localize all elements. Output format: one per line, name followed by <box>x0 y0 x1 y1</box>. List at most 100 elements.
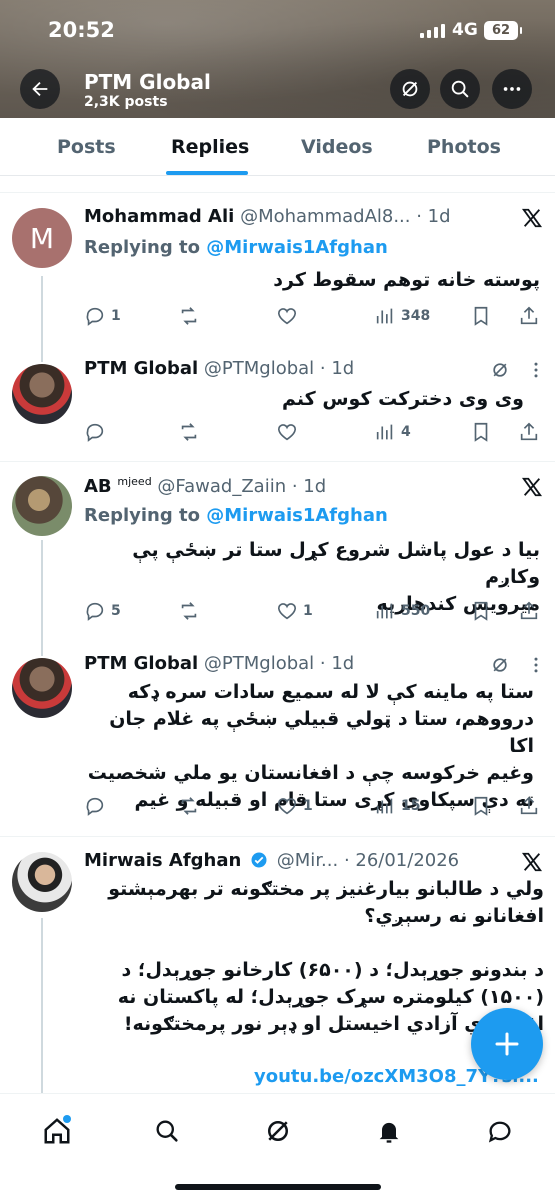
bookmark-icon <box>474 422 488 442</box>
author-name[interactable]: PTM Global <box>84 358 198 379</box>
bookmark-button[interactable] <box>470 795 492 817</box>
post-meta: AB mjeed @Fawad_Zaiin · 1d <box>84 475 484 501</box>
replying-to-label: Replying to <box>84 237 207 258</box>
share-button[interactable] <box>518 795 540 817</box>
search-icon <box>156 1120 178 1142</box>
tab-videos[interactable]: Videos <box>301 136 373 158</box>
post-text: پوسته خانه توهم سقوط کرد <box>273 269 540 291</box>
reply-icon <box>86 797 104 816</box>
active-tab-indicator <box>166 171 248 175</box>
nav-grok[interactable] <box>258 1111 298 1151</box>
search-button[interactable] <box>440 69 480 109</box>
replying-to-handle[interactable]: @Mirwais1Afghan <box>206 237 388 258</box>
repost-icon <box>181 307 197 325</box>
author-handle[interactable]: @Fawad_Zaiin · 1d <box>157 476 326 497</box>
author-handle[interactable]: @PTMglobal · 1d <box>204 358 354 379</box>
author-handle[interactable]: @PTMglobal · 1d <box>204 653 354 674</box>
repost-button[interactable] <box>178 795 205 817</box>
more-vertical-icon[interactable] <box>526 655 546 675</box>
like-button[interactable]: 1 <box>276 795 313 817</box>
bookmark-button[interactable] <box>470 600 492 622</box>
author-name[interactable]: AB <box>84 476 112 497</box>
profile-name: PTM Global <box>84 70 211 94</box>
nav-notifications[interactable] <box>369 1111 409 1151</box>
share-button[interactable] <box>518 421 540 443</box>
views-button[interactable]: 4 <box>374 421 411 443</box>
grok-icon[interactable] <box>490 655 510 675</box>
author-name[interactable]: PTM Global <box>84 653 198 674</box>
avatar[interactable] <box>12 852 72 912</box>
author-name[interactable]: Mirwais Afghan <box>84 850 241 871</box>
notifications-icon <box>379 1122 399 1143</box>
like-button[interactable]: 1 <box>276 600 313 622</box>
reply-button[interactable] <box>84 795 111 817</box>
views-button[interactable]: 15 <box>374 795 420 817</box>
grok-icon <box>402 81 418 97</box>
view-count: 550 <box>401 603 431 619</box>
avatar[interactable]: M <box>12 208 72 268</box>
avatar[interactable] <box>12 364 72 424</box>
grok-button[interactable] <box>390 69 430 109</box>
profile-header: 20:52 4G 62 PTM Global 2,3K posts <box>0 0 555 118</box>
avatar[interactable] <box>12 476 72 536</box>
tab-photos[interactable]: Photos <box>427 136 501 158</box>
home-indicator <box>175 1184 381 1190</box>
more-vertical-icon[interactable] <box>526 360 546 380</box>
heart-icon <box>277 603 297 620</box>
compose-button[interactable] <box>471 1008 543 1080</box>
repost-icon <box>181 797 197 815</box>
signal-icon <box>420 22 445 38</box>
repost-button[interactable] <box>178 600 205 622</box>
reply-button[interactable]: 1 <box>84 305 121 327</box>
bookmark-button[interactable] <box>470 421 492 443</box>
like-button[interactable] <box>276 305 303 327</box>
like-button[interactable] <box>276 421 303 443</box>
share-icon <box>520 422 538 441</box>
nav-messages[interactable] <box>480 1111 520 1151</box>
repost-button[interactable] <box>178 305 205 327</box>
post-meta: PTM Global @PTMglobal · 1d <box>84 358 484 384</box>
divider <box>0 836 555 837</box>
home-notification-dot <box>63 1115 71 1123</box>
share-button[interactable] <box>518 600 540 622</box>
views-button[interactable]: 348 <box>374 305 430 327</box>
post-meta: Mohammad Ali @MohammadAl8... · 1d <box>84 206 484 232</box>
share-icon <box>520 601 538 620</box>
reply-button[interactable] <box>84 421 111 443</box>
tab-posts[interactable]: Posts <box>57 136 116 158</box>
reply-count: 1 <box>111 308 121 324</box>
heart-icon <box>277 424 297 441</box>
x-logo-icon <box>521 477 543 497</box>
reply-count: 5 <box>111 603 121 619</box>
nav-home[interactable] <box>37 1111 77 1151</box>
thread-line <box>41 276 43 362</box>
reply-button[interactable]: 5 <box>84 600 121 622</box>
post-meta: PTM Global @PTMglobal · 1d <box>84 653 484 679</box>
more-button[interactable] <box>492 69 532 109</box>
bookmark-icon <box>474 796 488 816</box>
author-name[interactable]: Mohammad Ali <box>84 206 234 227</box>
nav-search[interactable] <box>147 1111 187 1151</box>
verified-badge-icon <box>251 852 267 868</box>
divider <box>0 192 555 193</box>
divider <box>0 461 555 462</box>
replying-to-handle[interactable]: @Mirwais1Afghan <box>206 505 388 526</box>
repost-button[interactable] <box>178 421 205 443</box>
avatar[interactable] <box>12 658 72 718</box>
post-text: ولي د طالبانو بیارغنیز پر مختګونه تر بهر… <box>108 878 544 1035</box>
posts-count: 2,3K posts <box>84 94 168 110</box>
back-button[interactable] <box>20 69 60 109</box>
like-count: 1 <box>303 603 313 619</box>
reply-icon <box>86 307 104 326</box>
author-handle[interactable]: @Mir... · 26/01/2026 <box>277 850 459 871</box>
tab-replies[interactable]: Replies <box>171 136 249 158</box>
x-logo-icon <box>521 208 543 228</box>
reply-icon <box>86 423 104 442</box>
post-text: ستا په ماینه کې لا له سمیع سادات سره ډکه… <box>87 681 534 811</box>
grok-icon[interactable] <box>490 360 510 380</box>
author-handle[interactable]: @MohammadAl8... · 1d <box>240 206 450 227</box>
bookmark-button[interactable] <box>470 305 492 327</box>
views-button[interactable]: 550 <box>374 600 430 622</box>
post-actions: 1 15 <box>84 795 544 821</box>
share-button[interactable] <box>518 305 540 327</box>
